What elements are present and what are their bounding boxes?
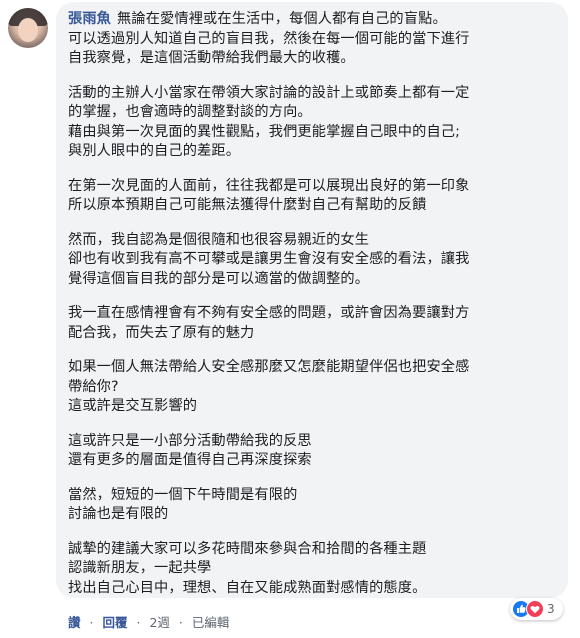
text-line: 還有更多的層面是值得自己再深度探索 bbox=[68, 452, 312, 468]
paragraph: 當然，短短的一個下午時間是有限的 討論也是有限的 bbox=[68, 486, 558, 525]
like-link[interactable]: 讚 bbox=[68, 615, 81, 630]
paragraph: 我一直在感情裡會有不夠有安全感的問題，或許會因為要讓對方 配合我，而失去了原有的… bbox=[68, 304, 558, 343]
edited-label[interactable]: 已編輯 bbox=[192, 615, 230, 630]
text-line: 覺得這個盲目我的部分是可以適當的做調整的。 bbox=[68, 270, 370, 287]
text-line: 討論也是有限的 bbox=[68, 506, 169, 522]
line-text: 無論在愛情裡或在生活中，每個人都有自己的盲點。 bbox=[117, 11, 447, 27]
text-line: 與別人眼中的自己的差距。 bbox=[68, 143, 241, 159]
separator: · bbox=[89, 615, 94, 630]
paragraph: 活動的主辦人小當家在帶領大家討論的設計上或節奏上都有一定 的掌握，也會適時的調整… bbox=[68, 84, 558, 162]
paragraph: 誠摯的建議大家可以多花時間來參與合和拾間的各種主題 認識新朋友，一起共學 找出自… bbox=[68, 540, 558, 599]
paragraph: 如果一個人無法帶給人安全感那麼又怎麼能期望伴侶也把安全感 帶給你? 這或許是交互… bbox=[68, 358, 558, 417]
text-line: 帶給你? bbox=[68, 378, 119, 395]
text-line: 這或許是交互影響的 bbox=[68, 398, 198, 414]
separator: · bbox=[178, 615, 183, 630]
text-line: 當然，短短的一個下午時間是有限的 bbox=[68, 486, 298, 503]
author-name[interactable]: 張雨魚 bbox=[68, 11, 111, 27]
paragraph: 然而，我自認為是個很隨和也很容易親近的女生 卻也有收到我有高不可攀或是讓男生會沒… bbox=[68, 231, 558, 290]
text-line: 然而，我自認為是個很隨和也很容易親近的女生 bbox=[68, 231, 370, 248]
text-line: 的掌握，也會適時的調整對談的方向。 bbox=[68, 104, 312, 120]
text-line: 認識新朋友，一起共學 bbox=[68, 560, 212, 576]
paragraph: 張雨魚 無論在愛情裡或在生活中，每個人都有自己的盲點。 可以透過別人知道自己的盲目… bbox=[68, 10, 558, 69]
text-line: 藉由與第一次見面的異性觀點，我們更能掌握自己眼中的自己; bbox=[68, 123, 461, 140]
separator: · bbox=[136, 615, 141, 630]
text-line: 找出自己心目中，理想、自在又能成熟面對感情的態度。 bbox=[68, 579, 427, 596]
timestamp-link[interactable]: 2週 bbox=[149, 615, 169, 630]
text-line: 自我察覺，是這個活動帶給我們最大的收穫。 bbox=[68, 50, 355, 66]
paragraph: 這或許只是一小部分活動帶給我的反思 還有更多的層面是值得自己再深度探索 bbox=[68, 432, 558, 471]
text-line: 誠摯的建議大家可以多花時間來參與合和拾間的各種主題 bbox=[68, 540, 427, 557]
text-line: 在第一次見面的人面前，往往我都是可以展現出良好的第一印象 bbox=[68, 177, 470, 194]
avatar-face bbox=[18, 18, 38, 42]
text-line: 卻也有收到我有高不可攀或是讓男生會沒有安全感的看法，讓我 bbox=[68, 251, 470, 267]
comment-bubble: 張雨魚 無論在愛情裡或在生活中，每個人都有自己的盲點。 可以透過別人知道自己的盲目… bbox=[56, 2, 568, 598]
comment-actions: 讚 · 回覆 · 2週 · 已編輯 bbox=[68, 612, 229, 631]
text-line: 活動的主辦人小當家在帶領大家討論的設計上或節奏上都有一定 bbox=[68, 84, 470, 101]
text-line: 這或許只是一小部分活動帶給我的反思 bbox=[68, 432, 312, 449]
love-icon bbox=[526, 600, 544, 618]
text-line: 張雨魚 無論在愛情裡或在生活中，每個人都有自己的盲點。 bbox=[68, 10, 558, 30]
reaction-count: 3 bbox=[547, 602, 555, 616]
comment-text: 張雨魚 無論在愛情裡或在生活中，每個人都有自己的盲點。 可以透過別人知道自己的盲目… bbox=[68, 10, 558, 613]
text-line: 可以透過別人知道自己的盲目我，然後在每一個可能的當下進行 bbox=[68, 30, 470, 47]
paragraph: 在第一次見面的人面前，往往我都是可以展現出良好的第一印象 所以原本預期自己可能無… bbox=[68, 177, 558, 216]
reaction-summary[interactable]: 3 bbox=[510, 598, 563, 620]
comment: 張雨魚 無論在愛情裡或在生活中，每個人都有自己的盲點。 可以透過別人知道自己的盲目… bbox=[0, 0, 580, 638]
avatar[interactable] bbox=[8, 8, 48, 48]
text-line: 我一直在感情裡會有不夠有安全感的問題，或許會因為要讓對方 bbox=[68, 305, 470, 321]
text-line: 配合我，而失去了原有的魅力 bbox=[68, 324, 255, 341]
reply-link[interactable]: 回覆 bbox=[102, 615, 127, 630]
text-line: 所以原本預期自己可能無法獲得什麼對自己有幫助的反饋 bbox=[68, 197, 427, 213]
text-line: 如果一個人無法帶給人安全感那麼又怎麼能期望伴侶也把安全感 bbox=[68, 359, 470, 375]
